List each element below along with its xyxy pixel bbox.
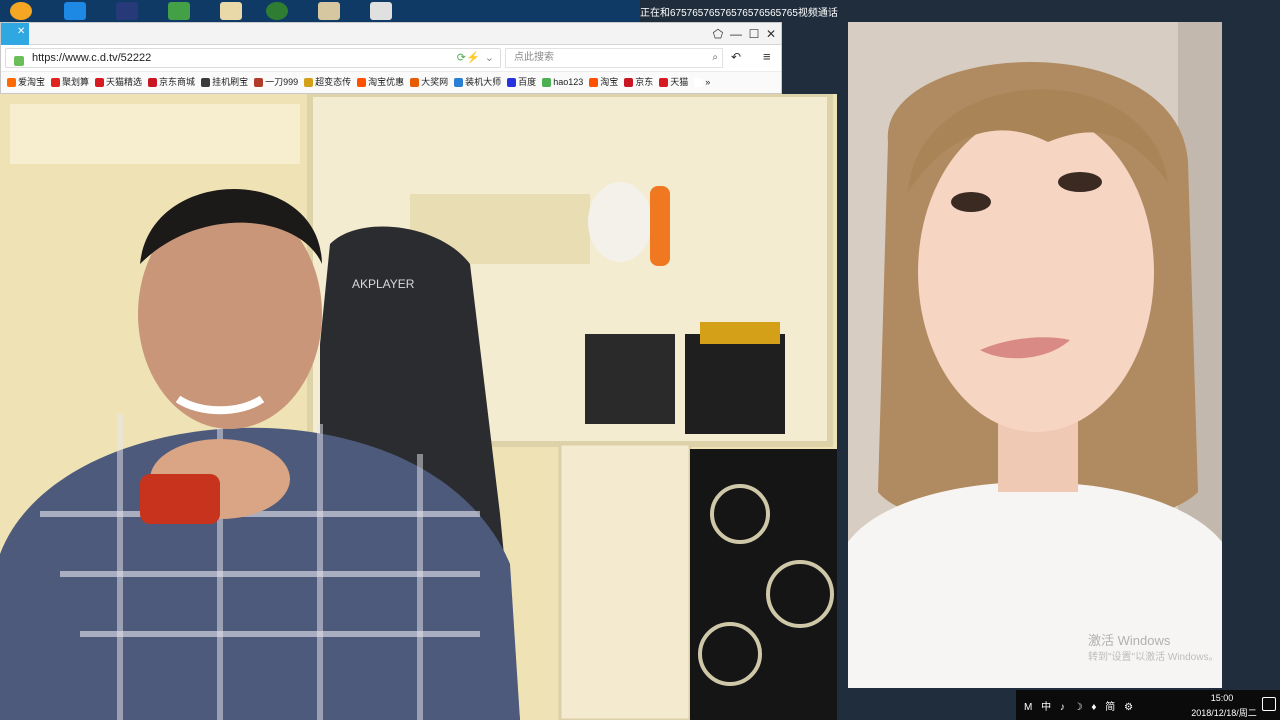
bookmark-item[interactable]: 大奖网 [410,72,448,92]
notification-icon[interactable] [1262,697,1276,711]
bookmark-favicon-icon [410,78,420,88]
activation-watermark-detail: 转到"设置"以激活 Windows。 [1088,652,1219,663]
bookmark-item[interactable]: 淘宝 [589,72,618,92]
bookmark-item[interactable]: 京东商城 [148,72,195,92]
bookmark-label: 淘宝优惠 [368,77,405,87]
bookmark-favicon-icon [659,78,669,88]
bookmark-favicon-icon [254,78,264,88]
bookmark-label: 爱淘宝 [18,77,46,87]
address-bar-row: https://www.c.d.tv/52222 ⟳ ⚡ ⌄ 点此搜索 ⌕ ↶ … [1,45,781,71]
bookmark-favicon-icon [454,78,464,88]
bookmark-item[interactable]: 天猫精选 [95,72,142,92]
bookmark-item[interactable]: 淘宝优惠 [357,72,404,92]
search-icon[interactable]: ⌕ [712,49,718,67]
system-tray-icons[interactable]: M 中 ♪ ☽ ♦ 简 ⚙ [1024,698,1136,713]
bookmark-label: 淘宝 [600,77,619,87]
search-placeholder: 点此搜索 [514,52,554,63]
activation-watermark: 激活 Windows [1088,633,1171,648]
undo-icon[interactable]: ↶ [731,50,741,64]
bookmark-label: 挂机刷宝 [212,77,249,87]
bookmark-favicon-icon [304,78,314,88]
bookmark-favicon-icon [201,78,211,88]
bookmark-favicon-icon [357,78,367,88]
bookmark-label: » [705,77,711,87]
bookmark-item[interactable]: 装机大师 [454,72,501,92]
refresh-green-icon[interactable]: ⟳ [457,49,466,67]
bookmark-label: hao123 [553,77,584,87]
globe-icon[interactable] [266,2,288,20]
chevron-down-icon[interactable]: ⌄ [485,49,494,67]
bookmark-favicon-icon [51,78,61,88]
screen: 正在和67576576576576576565765视频通话 ✕ ⬠ — ☐ ✕… [0,0,1280,720]
lightning-icon[interactable]: ⚡ [466,49,480,67]
call-status-title: 正在和67576576576576576565765视频通话 [640,8,838,19]
desktop-icon-strip [0,0,640,22]
bookmark-favicon-icon [542,78,552,88]
bookmark-favicon-icon [624,78,634,88]
close-icon[interactable]: ✕ [17,26,25,37]
skin-icon[interactable]: ⬠ [709,25,727,43]
bookmark-label: 百度 [518,77,537,87]
bookmark-label: 天猫精选 [106,77,143,87]
remote-person-illustration [848,22,1222,688]
maximize-button[interactable]: ☐ [745,25,763,43]
menu-icon[interactable]: ≡ [763,49,771,64]
bookmark-item[interactable]: hao123 [542,72,583,92]
bookmark-label: 一刀999 [265,77,299,87]
app-icon-folder[interactable] [220,2,242,20]
bookmark-item[interactable]: 百度 [507,72,536,92]
local-room-illustration: AKPLAYER [0,94,837,720]
clock-date[interactable]: 2018/12/18/周二 [1184,706,1264,719]
browser-window: ✕ ⬠ — ☐ ✕ https://www.c.d.tv/52222 ⟳ ⚡ ⌄… [0,22,782,94]
app-icon-green[interactable] [168,2,190,20]
tab-strip: ✕ ⬠ — ☐ ✕ [1,23,781,45]
bookmark-label: 天猫 [670,77,689,87]
desktop-background [1222,22,1280,688]
local-video-feed: AKPLAYER [0,94,837,720]
url-input[interactable]: https://www.c.d.tv/52222 ⟳ ⚡ ⌄ [5,48,501,68]
app-icon-orange[interactable] [10,2,32,20]
minimize-button[interactable]: — [727,25,745,43]
bookmark-favicon-icon [148,78,158,88]
bookmark-item[interactable]: 聚划算 [51,72,89,92]
browser-tab[interactable]: ✕ [1,23,29,45]
bookmark-item[interactable]: 挂机刷宝 [201,72,248,92]
bookmark-favicon-icon [7,78,16,88]
url-text: https://www.c.d.tv/52222 [32,52,152,64]
bookmark-item[interactable]: 爱淘宝 [7,72,45,92]
bookmark-item[interactable]: 一刀999 [254,72,298,92]
bookmark-label: 装机大师 [465,77,502,87]
bookmark-favicon-icon [507,78,517,88]
document-icon[interactable] [370,2,392,20]
bookmark-favicon-icon [95,78,105,88]
app-icon-dark[interactable] [116,2,138,20]
bookmark-label: 超变态传 [315,77,352,87]
bookmark-item[interactable]: » [694,72,710,92]
app-icon-blue[interactable] [64,2,86,20]
bookmark-favicon-icon [589,78,599,88]
app-icon-beige[interactable] [318,2,340,20]
clock-time[interactable]: 15:00 [1192,693,1252,703]
bookmark-label: 京东 [635,77,654,87]
bookmarks-bar: 爱淘宝 聚划算 天猫精选 京东商城 挂机刷宝 一刀999 超变态传 淘宝优惠 大奖网 装机大师 百度… [1,71,781,93]
bookmark-label: 京东商城 [159,77,196,87]
bookmark-item[interactable]: 超变态传 [304,72,351,92]
remote-video-feed [848,22,1222,688]
close-window-button[interactable]: ✕ [762,25,780,43]
chair-brand-text: AKPLAYER [352,277,415,291]
bookmark-label: 聚划算 [62,77,90,87]
bookmark-item[interactable]: 天猫 [659,72,688,92]
search-input[interactable]: 点此搜索 ⌕ [505,48,723,68]
bookmark-favicon-icon [694,78,704,88]
taskbar: M 中 ♪ ☽ ♦ 简 ⚙ 15:00 2018/12/18/周二 [1016,690,1280,720]
lock-icon [14,56,24,66]
bookmark-label: 大奖网 [421,77,449,87]
bookmark-item[interactable]: 京东 [624,72,653,92]
